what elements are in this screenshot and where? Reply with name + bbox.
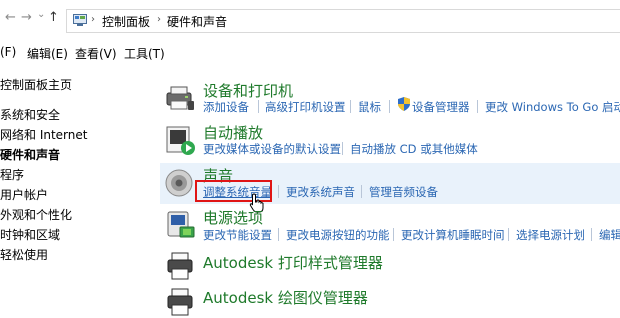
link-separator — [258, 100, 259, 113]
sidebar-item-appearance[interactable]: 外观和个性化 — [0, 206, 72, 223]
address-bar: ← → ⌄ ↑ › 控制面板 › 硬件和声音 — [0, 0, 620, 40]
link-separator — [278, 228, 279, 241]
recent-locations-dropdown[interactable]: ⌄ — [37, 9, 45, 20]
breadcrumb-separator[interactable]: › — [157, 14, 161, 25]
breadcrumb-hardware-sound[interactable]: 硬件和声音 — [167, 13, 227, 30]
sidebar-item-user-accounts[interactable]: 用户帐户 — [0, 186, 48, 203]
autodesk-plot-style-title[interactable]: Autodesk 打印样式管理器 — [203, 252, 383, 273]
power-options-icon[interactable] — [164, 208, 196, 240]
uac-shield-icon — [398, 97, 410, 111]
autoplay-title[interactable]: 自动播放 — [203, 122, 263, 143]
link-separator — [591, 228, 592, 241]
sidebar-item-programs[interactable]: 程序 — [0, 166, 24, 183]
menu-edit[interactable]: 编辑(E) — [27, 45, 68, 62]
power-options-title[interactable]: 电源选项 — [203, 207, 263, 228]
link-separator — [361, 185, 362, 198]
sidebar-item-ease-of-access[interactable]: 轻松使用 — [0, 246, 48, 263]
link-separator — [342, 142, 343, 155]
breadcrumb-control-panel[interactable]: 控制面板 — [102, 13, 150, 30]
change-sleep-time-link[interactable]: 更改计算机睡眠时间 — [401, 227, 505, 243]
breadcrumb-separator[interactable]: › — [91, 14, 95, 25]
back-button[interactable]: ← — [5, 10, 16, 25]
autodesk-plotter-icon[interactable] — [164, 286, 196, 318]
sidebar-item-hardware-sound[interactable]: 硬件和声音 — [0, 146, 60, 163]
change-power-buttons-link[interactable]: 更改电源按钮的功能 — [286, 227, 390, 243]
forward-button[interactable]: → — [21, 10, 32, 25]
speaker-icon[interactable] — [164, 167, 196, 199]
link-separator — [393, 228, 394, 241]
control-panel-icon — [73, 14, 87, 26]
windows-to-go-link[interactable]: 更改 Windows To Go 启动选 — [485, 99, 620, 115]
devices-printers-icon[interactable] — [164, 81, 196, 113]
add-device-link[interactable]: 添加设备 — [203, 99, 249, 115]
manage-audio-devices-link[interactable]: 管理音频设备 — [369, 184, 438, 200]
advanced-printer-settings-link[interactable]: 高级打印机设置 — [265, 99, 346, 115]
edit-plan-link[interactable]: 编辑 — [599, 227, 620, 243]
autodesk-plotter-title[interactable]: Autodesk 绘图仪管理器 — [203, 287, 368, 308]
link-separator — [350, 100, 351, 113]
change-power-saving-link[interactable]: 更改节能设置 — [203, 227, 272, 243]
device-manager-link[interactable]: 设备管理器 — [412, 99, 470, 115]
autoplay-icon[interactable] — [164, 124, 196, 156]
menu-view[interactable]: 查看(V) — [75, 45, 117, 62]
up-button[interactable]: ↑ — [48, 10, 59, 25]
sidebar-item-network-internet[interactable]: 网络和 Internet — [0, 126, 87, 143]
autoplay-cd-link[interactable]: 自动播放 CD 或其他媒体 — [350, 141, 478, 157]
link-separator — [278, 185, 279, 198]
menu-tools[interactable]: 工具(T) — [124, 45, 165, 62]
link-separator — [477, 100, 478, 113]
address-field[interactable]: › 控制面板 › 硬件和声音 — [66, 9, 620, 33]
change-media-defaults-link[interactable]: 更改媒体或设备的默认设置 — [203, 141, 341, 157]
sidebar-item-clock-region[interactable]: 时钟和区域 — [0, 226, 60, 243]
link-separator — [389, 100, 390, 113]
change-system-sounds-link[interactable]: 更改系统声音 — [286, 184, 355, 200]
choose-power-plan-link[interactable]: 选择电源计划 — [516, 227, 585, 243]
menu-file[interactable]: (F) — [0, 45, 16, 59]
sidebar-home-link[interactable]: 控制面板主页 — [0, 76, 72, 93]
link-separator — [508, 228, 509, 241]
autodesk-plot-style-icon[interactable] — [164, 250, 196, 282]
mouse-link[interactable]: 鼠标 — [358, 99, 381, 115]
sidebar-item-system-security[interactable]: 系统和安全 — [0, 106, 60, 123]
menu-bar: (F) 编辑(E) 查看(V) 工具(T) — [0, 41, 620, 63]
devices-printers-title[interactable]: 设备和打印机 — [203, 80, 293, 101]
